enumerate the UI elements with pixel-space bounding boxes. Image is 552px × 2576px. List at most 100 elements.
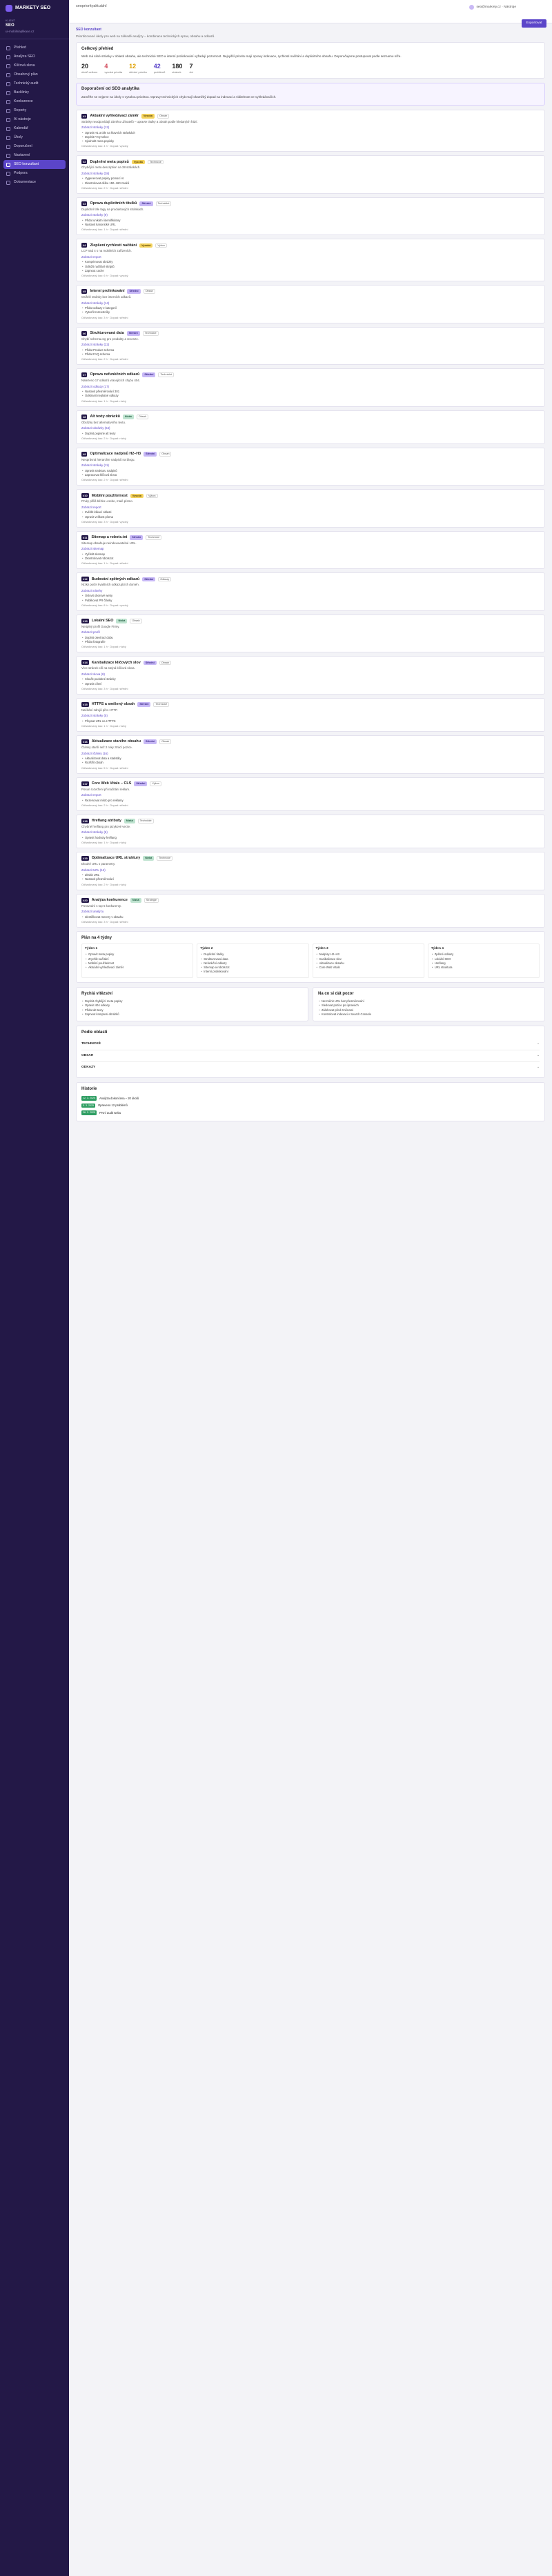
task-link[interactable]: Zobrazit odkazy (17) [81,385,540,389]
sidebar-item[interactable]: AI nástroje [0,115,69,124]
stats-row: 20 úkolů celkem 4 vysoká priorita 12 střední … [81,63,540,74]
task-footer: Odhadovaný čas: 2 h · Dopad: střední [81,803,128,807]
task-link[interactable]: Zobrazit stránky (38) [81,172,540,176]
sidebar-item[interactable]: Technický audit [0,79,69,88]
plan-week: Týden 4Zpětné odkazyLokální SEOHreflangU… [427,943,540,978]
task-footer: Odhadovaný čas: 2 h · Dopad: nízký [81,882,126,886]
sidebar-item[interactable]: Doporučení [0,142,69,151]
task-link[interactable]: Zobrazit stránky (22) [81,343,540,347]
task-link[interactable]: Zobrazit stránky (5) [81,714,540,718]
task-header[interactable]: #12 Budování zpětných odkazů Střední Odkazy [81,577,540,582]
plan-item: Mobilní použitelnost [85,961,190,966]
task-header[interactable]: #18 Hreflang atributy Nízká Technické [81,818,540,823]
task-header[interactable]: #17 Core Web Vitals – CLS Střední Výkon [81,781,540,786]
sidebar-item[interactable]: Úkoly [0,133,69,142]
task-link[interactable]: Zobrazit slova (8) [81,672,540,677]
task-header[interactable]: #11 Sitemap a robots.txt Střední Technické [81,535,540,540]
task-title: Hreflang atributy [91,819,121,823]
area-row[interactable]: OBSAH ⌄ [81,1049,540,1061]
task-header[interactable]: #9 Optimalizace nadpisů H2–H3 Střední Obsah [81,451,540,457]
task-title: Aktuální vyhledávací záměr [90,113,139,118]
task-link[interactable]: Zobrazit články (16) [81,752,540,756]
plan-week-title: Týden 3 [315,947,328,951]
export-button[interactable]: Exportovat [522,19,546,28]
sidebar-item[interactable]: Klíčová slova [0,61,69,70]
task-footer: Odhadovaný čas: 1 h · Dopad: nízký [81,645,126,649]
task-link[interactable]: Zobrazit report [81,506,540,510]
task-header[interactable]: #14 Kanibalizace klíčových slov Střední Obs… [81,660,540,666]
sidebar-item[interactable]: Reporty [0,106,69,115]
task-link[interactable]: Zobrazit stránky (6) [81,830,540,835]
breadcrumb[interactable]: SEO konzultant [76,28,545,32]
task-header[interactable]: #8 Alt texty obrázků Nízká Obsah [81,414,540,419]
task-link[interactable]: Zobrazit analýzu [81,910,540,914]
task-steps: Opravit hodnoty hreflang [81,836,540,840]
task-link[interactable]: Zobrazit profil [81,630,540,635]
task-header[interactable]: #20 Analýza konkurence Nízká Strategie [81,897,540,903]
task-link[interactable]: Zobrazit stránky (9) [81,213,540,217]
sidebar-item[interactable]: Dokumentace [0,178,69,187]
sidebar-item[interactable]: Nastavení [0,151,69,160]
task-header[interactable]: #1 Aktuální vyhledávací záměr Vysoká Obsah [81,113,540,119]
task-link[interactable]: Zobrazit URL (12) [81,868,540,872]
task-link[interactable]: Zobrazit stránky (14) [81,301,540,306]
task-number: #6 [81,330,88,336]
plan-item: Hreflang [431,961,536,966]
category-tag: Obsah [159,452,172,457]
task-header[interactable]: #6 Strukturovaná data Střední Technické [81,330,540,336]
sidebar-item[interactable]: Backlinky [0,88,69,97]
history-text: Opraveno 12 problémů [98,1104,128,1108]
task-header[interactable]: #10 Mobilní použitelnost Vysoká Výkon [81,493,540,499]
sidebar-item[interactable]: Kalendář [0,124,69,133]
area-row[interactable]: TECHNICKÉ ⌄ [81,1039,540,1050]
task-header[interactable]: #15 HTTPS a smíšený obsah Střední Technické [81,701,540,707]
sidebar-item[interactable]: Konkurence [0,97,69,106]
task-card: #8 Alt texty obrázků Nízká Obsah Obrázky bez… [76,410,545,444]
task-card: #9 Optimalizace nadpisů H2–H3 Střední Obsah… [76,447,545,486]
task-number: #2 [81,159,88,165]
stat-value: 42 [153,63,161,70]
task-title: Alt texty obrázků [90,414,120,419]
task-link[interactable]: Zobrazit report [81,793,540,797]
task-description: Načítání zdrojů přes HTTP. [81,708,118,712]
area-row[interactable]: ODKAZY ⌄ [81,1061,540,1073]
task-number: #19 [81,856,89,861]
task-title: Lokální SEO [91,619,114,623]
task-title: Optimalizace URL struktury [91,856,141,861]
user-menu[interactable]: seo@markety.cz · Nástroje [469,5,516,10]
task-link[interactable]: Zobrazit stránky (11) [81,463,540,468]
task-link[interactable]: Zobrazit report [81,255,540,259]
task-header[interactable]: #13 Lokální SEO Nízká Obsah [81,618,540,623]
task-step: Upravit H1 a title na hlavních stránkách [81,131,540,135]
client-switcher[interactable]: Klient SEO ui-mobilniaplikace.cz [0,16,69,40]
task-footer: Odhadovaný čas: 1 h · Dopad: střední [81,561,128,566]
task-card: #17 Core Web Vitals – CLS Střední Výkon Posu… [76,777,545,811]
stat-label: úkolů celkem [81,70,98,74]
task-card: #7 Oprava nefunkčních odkazů Střední Techni… [76,368,545,407]
task-header[interactable]: #4 Zlepšení rychlosti načítání Vysoká Výkon [81,243,540,248]
task-header[interactable]: #16 Aktualizace starého obsahu Střední Obsa… [81,739,540,745]
task-step: Upravit strukturu nadpisů [81,469,540,473]
task-header[interactable]: #5 Interní prolinkování Střední Obsah [81,289,540,294]
sidebar-item[interactable]: Přehled [0,43,69,52]
task-footer: Odhadovaný čas: 6 h · Dopad: vysoký [81,274,128,278]
task-header[interactable]: #3 Oprava duplicitních titulků Střední Tech… [81,201,540,206]
task-footer: Odhadovaný čas: 4 h · Dopad: vysoký [81,144,128,148]
task-link[interactable]: Zobrazit návrhy [81,589,540,593]
stat-value: 20 [81,63,89,70]
brand[interactable]: MARKETY SEO [0,0,69,16]
overview-card: Celkový přehled Web má silné stránky v o… [76,41,545,79]
sidebar-item[interactable]: SEO konzultant [3,160,66,170]
task-link[interactable]: Zobrazit obrázky (64) [81,426,540,430]
task-link[interactable]: Zobrazit sitemap [81,547,540,551]
sidebar-item[interactable]: Analýza SEO [0,52,69,61]
overview-title: Celkový přehled [81,46,114,51]
sidebar-item[interactable]: Podpora [0,169,69,178]
task-header[interactable]: #2 Doplnění meta popisů Vysoká Technické [81,159,540,165]
brand-name: MARKETY SEO [15,5,51,10]
task-header[interactable]: #7 Oprava nefunkčních odkazů Střední Techni… [81,372,540,378]
task-header[interactable]: #19 Optimalizace URL struktury Nízká Techni… [81,856,540,861]
priority-badge: Střední [126,330,140,336]
task-link[interactable]: Zobrazit stránky (12) [81,126,540,130]
sidebar-item[interactable]: Obsahový plán [0,70,69,79]
